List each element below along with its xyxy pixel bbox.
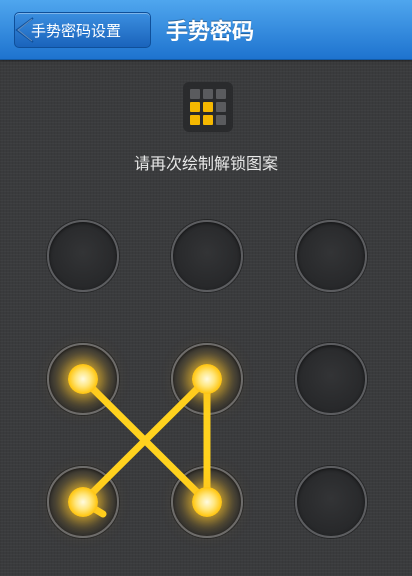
pattern-node-9[interactable] — [295, 466, 367, 538]
pattern-dot-5 — [192, 364, 222, 394]
pattern-node-3[interactable] — [295, 220, 367, 292]
pattern-dot-7 — [68, 487, 98, 517]
pattern-node-1[interactable] — [47, 220, 119, 292]
pattern-dot-8 — [192, 487, 222, 517]
pattern-node-6[interactable] — [295, 343, 367, 415]
pattern-node-2[interactable] — [171, 220, 243, 292]
pattern-dot-4 — [68, 364, 98, 394]
pattern-grid[interactable] — [0, 0, 412, 576]
back-button-label: 手势密码设置 — [31, 21, 122, 40]
